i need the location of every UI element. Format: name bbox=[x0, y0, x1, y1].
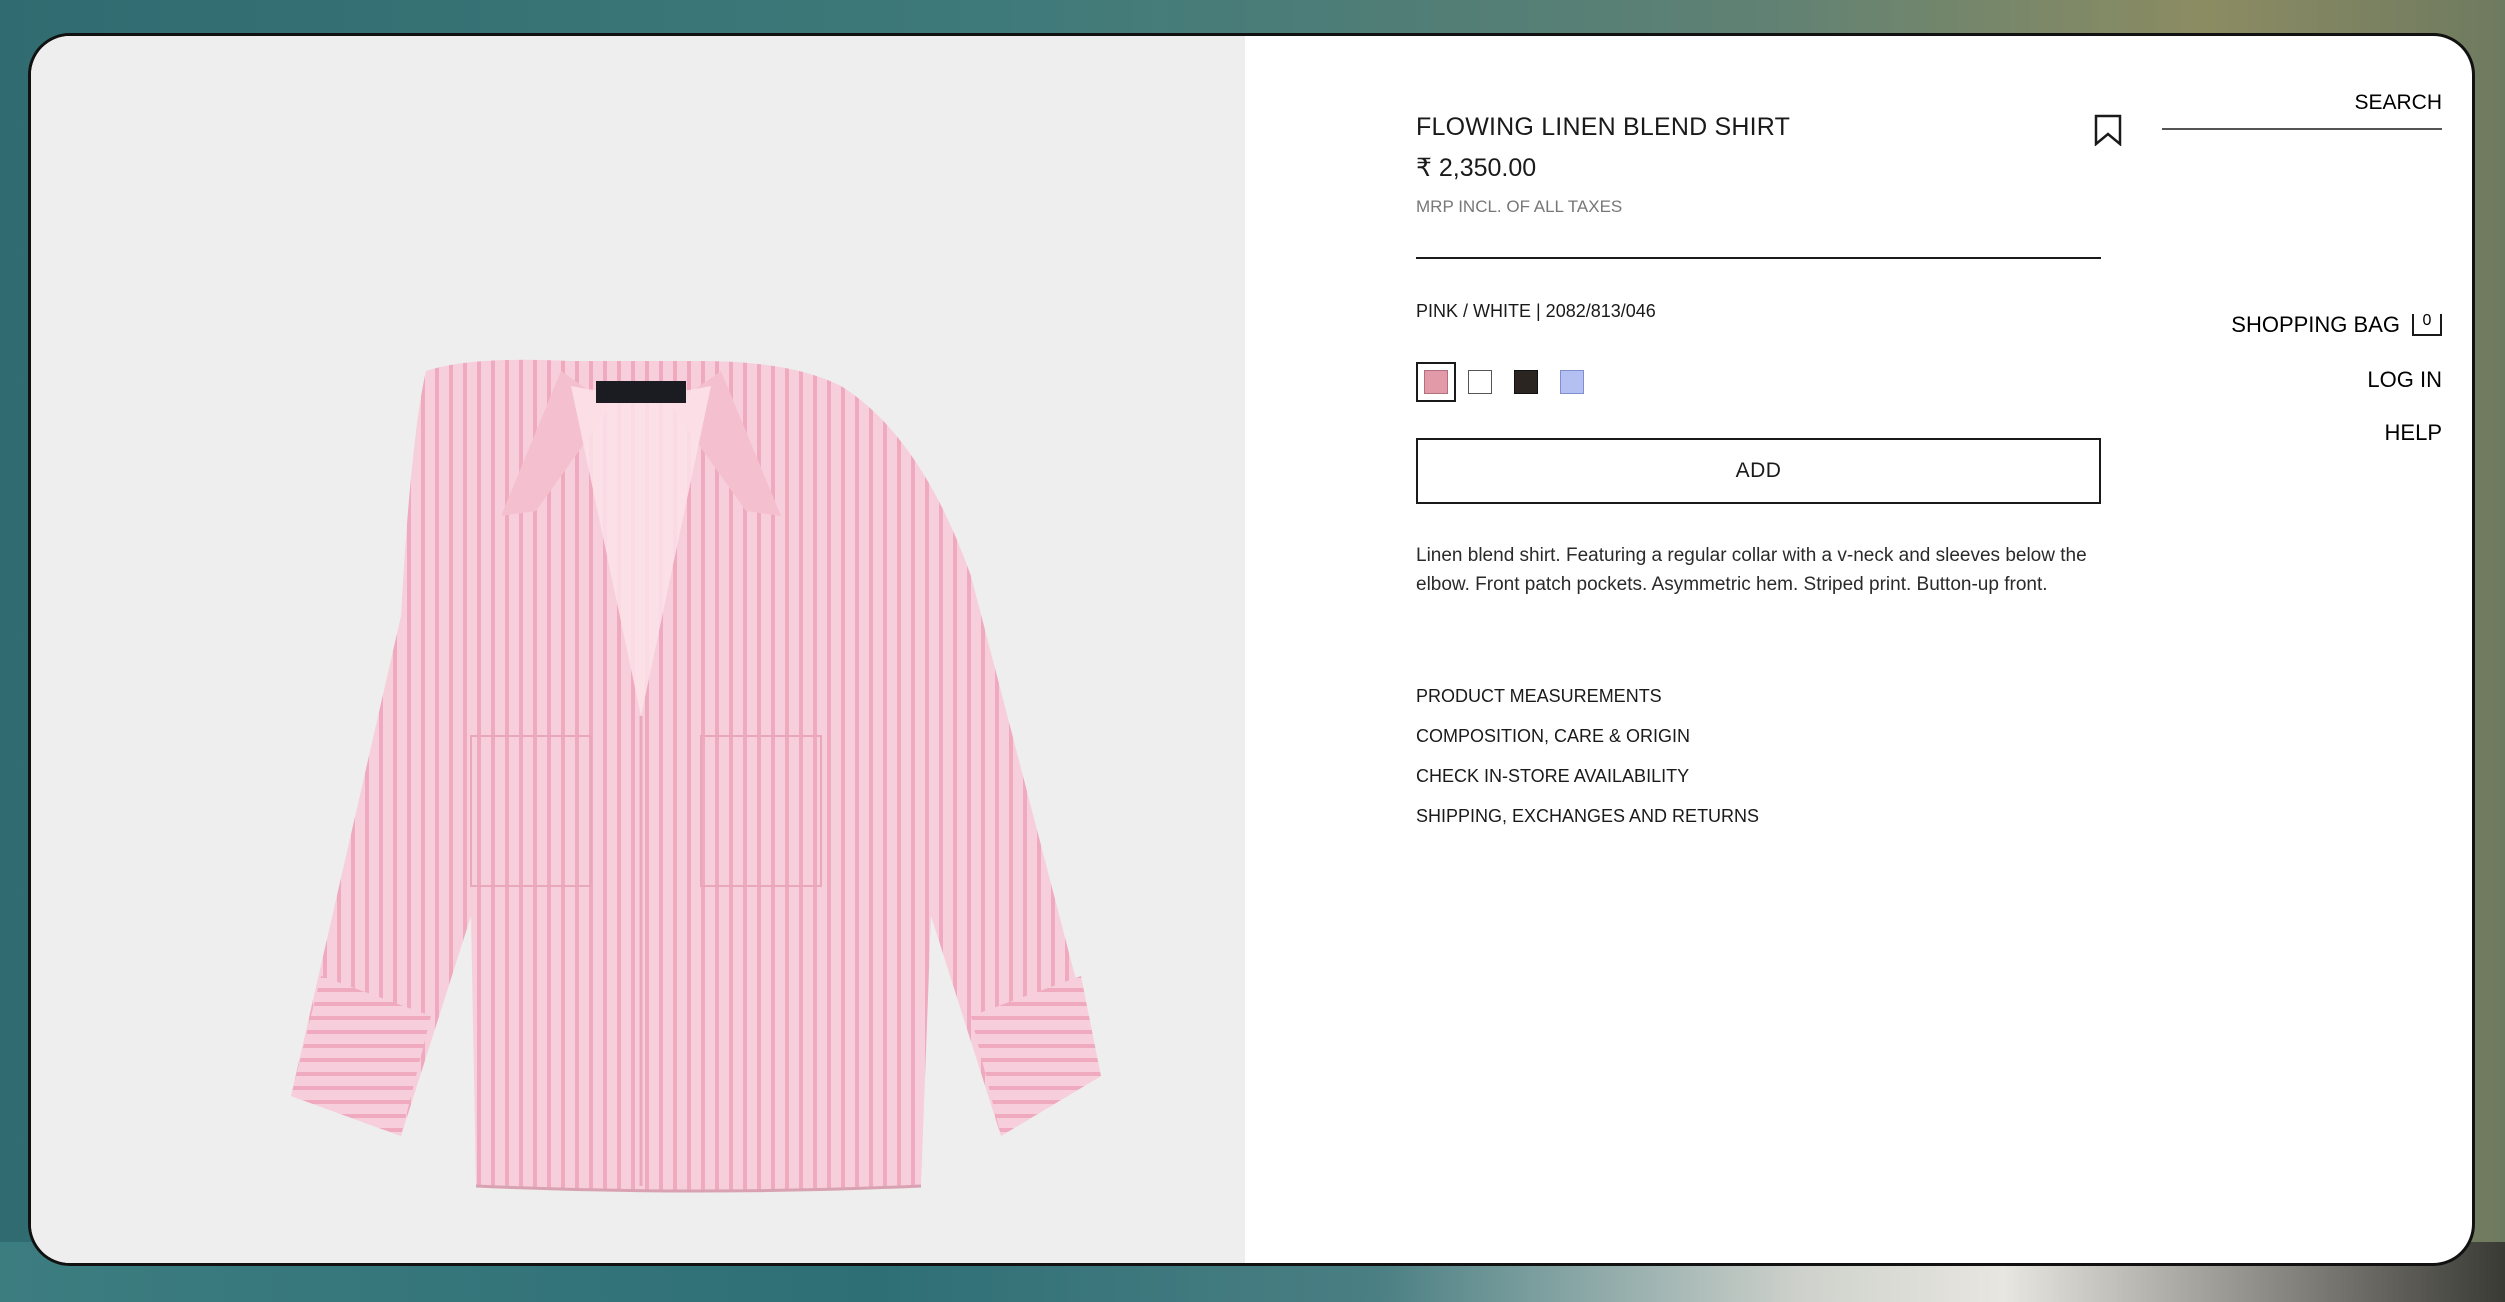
color-swatch-white[interactable] bbox=[1468, 370, 1492, 394]
bag-icon: 0 bbox=[2412, 312, 2442, 336]
product-price: ₹ 2,350.00 bbox=[1416, 154, 1537, 182]
swatch-fill bbox=[1468, 370, 1492, 394]
divider bbox=[1416, 257, 2101, 259]
info-links: PRODUCT MEASUREMENTS COMPOSITION, CARE &… bbox=[1416, 676, 1759, 836]
bag-count: 0 bbox=[2422, 312, 2432, 329]
browser-window: FLOWING LINEN BLEND SHIRT ₹ 2,350.00 MRP… bbox=[28, 33, 2475, 1266]
login-link[interactable]: LOG IN bbox=[2367, 367, 2442, 393]
link-check-in-store[interactable]: CHECK IN-STORE AVAILABILITY bbox=[1416, 756, 1759, 796]
link-shipping-returns[interactable]: SHIPPING, EXCHANGES AND RETURNS bbox=[1416, 796, 1759, 836]
color-reference: PINK / WHITE | 2082/813/046 bbox=[1416, 301, 1656, 321]
swatch-fill bbox=[1424, 370, 1448, 394]
shopping-bag-link[interactable]: SHOPPING BAG 0 bbox=[2231, 312, 2442, 338]
shopping-bag-label: SHOPPING BAG bbox=[2231, 312, 2400, 337]
link-composition-care-origin[interactable]: COMPOSITION, CARE & ORIGIN bbox=[1416, 716, 1759, 756]
top-navigation: SEARCH SHOPPING BAG 0 LOG IN HELP bbox=[2152, 36, 2442, 445]
add-to-bag-button[interactable]: ADD bbox=[1416, 438, 2101, 504]
bookmark-icon[interactable] bbox=[2093, 114, 2123, 146]
link-product-measurements[interactable]: PRODUCT MEASUREMENTS bbox=[1416, 676, 1759, 716]
swatch-fill bbox=[1514, 370, 1538, 394]
help-link[interactable]: HELP bbox=[2385, 420, 2442, 446]
swatch-fill bbox=[1560, 370, 1584, 394]
product-image bbox=[291, 359, 1101, 1193]
search-underline bbox=[2162, 128, 2442, 130]
product-title: FLOWING LINEN BLEND SHIRT bbox=[1416, 113, 1791, 141]
product-image-panel bbox=[31, 36, 1245, 1263]
color-swatch-blue[interactable] bbox=[1560, 370, 1584, 394]
color-swatch-black[interactable] bbox=[1514, 370, 1538, 394]
product-description: Linen blend shirt. Featuring a regular c… bbox=[1416, 545, 2087, 595]
color-swatch-pink[interactable] bbox=[1416, 362, 1456, 402]
search-link[interactable]: SEARCH bbox=[2354, 91, 2442, 115]
tax-note: MRP INCL. OF ALL TAXES bbox=[1416, 197, 1623, 216]
